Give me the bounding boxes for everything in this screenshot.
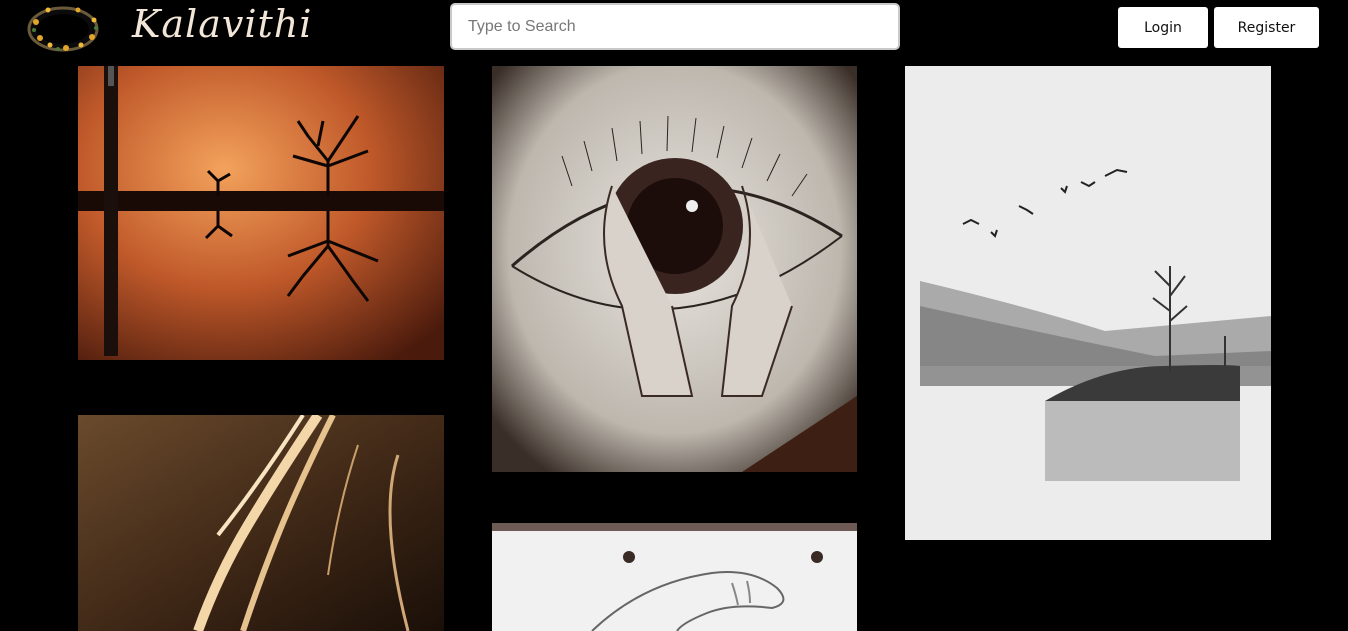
brand-logo[interactable]: Kalavithi <box>26 2 311 56</box>
artwork-image <box>905 66 1271 540</box>
artwork-card-misty-lake[interactable] <box>905 66 1271 540</box>
search-input[interactable] <box>450 3 900 50</box>
register-button[interactable]: Register <box>1214 7 1319 48</box>
top-navbar: Kalavithi Login Register <box>0 0 1348 60</box>
artwork-card-tree-reflection[interactable] <box>78 66 444 360</box>
artwork-card-eye-hands[interactable] <box>492 66 857 472</box>
wreath-icon <box>27 6 99 52</box>
artwork-card-hand-sketch[interactable] <box>492 523 857 631</box>
artwork-image <box>492 66 857 472</box>
artwork-image <box>492 523 857 631</box>
login-button[interactable]: Login <box>1118 7 1208 48</box>
artwork-image <box>78 66 444 360</box>
artwork-card-hair-light[interactable] <box>78 415 444 631</box>
artwork-image <box>78 415 444 631</box>
brand-name: Kalavithi <box>132 2 313 46</box>
